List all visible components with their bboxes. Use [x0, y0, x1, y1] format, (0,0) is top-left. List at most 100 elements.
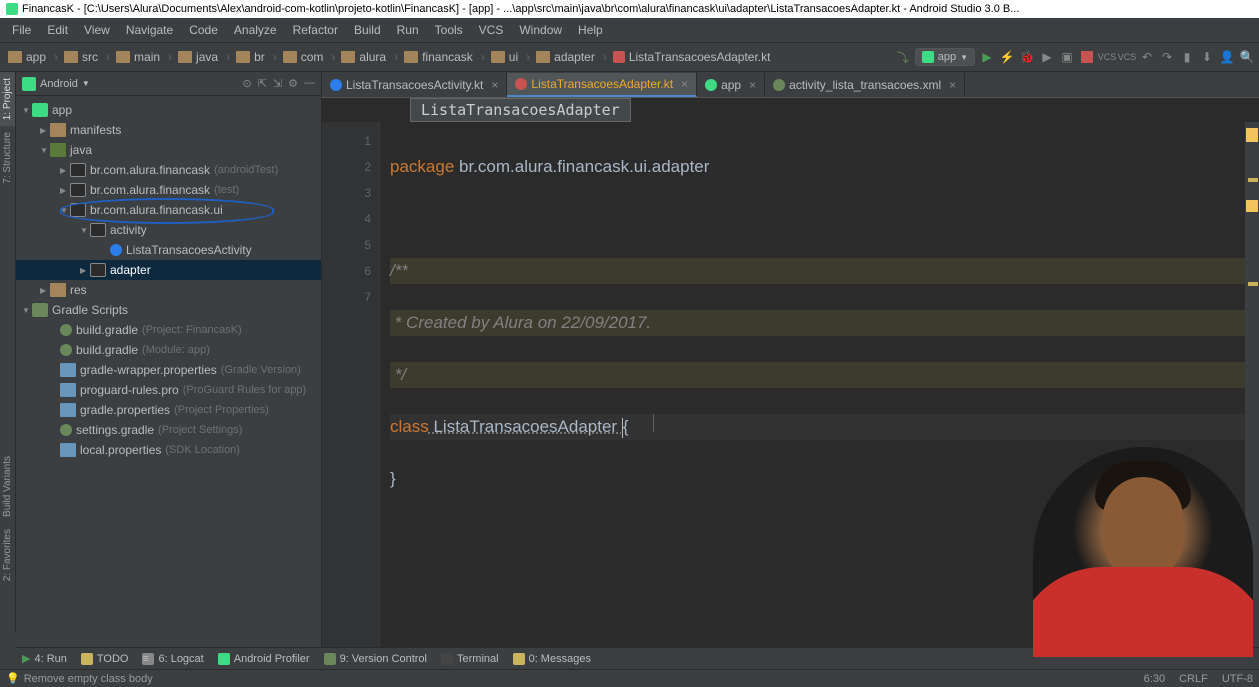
tree-gradle-scripts[interactable]: ▼Gradle Scripts: [16, 300, 321, 320]
edge-tab-build-variants[interactable]: Build Variants: [0, 450, 15, 523]
crumb-alura[interactable]: alura: [337, 48, 390, 66]
tree-settings-gradle[interactable]: settings.gradle(Project Settings): [16, 420, 321, 440]
tree-lista-activity[interactable]: ListaTransacoesActivity: [16, 240, 321, 260]
menu-bar: File Edit View Navigate Code Analyze Ref…: [0, 18, 1259, 42]
analysis-status-icon[interactable]: [1246, 128, 1258, 142]
vcs-update-icon[interactable]: VCS: [1099, 49, 1115, 65]
tree-pkg-androidtest[interactable]: ▶br.com.alura.financask(androidTest): [16, 160, 321, 180]
close-icon[interactable]: ×: [491, 78, 498, 92]
sdk-manager-icon[interactable]: ⬇: [1199, 49, 1215, 65]
tree-local-props[interactable]: local.properties(SDK Location): [16, 440, 321, 460]
settings-icon[interactable]: ⚙: [288, 77, 298, 90]
editor-tabs: ListaTransacoesActivity.kt× ListaTransac…: [322, 72, 1259, 98]
status-caret-position[interactable]: 6:30: [1144, 673, 1165, 685]
tool-logcat[interactable]: ≡6: Logcat: [142, 653, 203, 665]
menu-build[interactable]: Build: [346, 20, 389, 40]
tree-res[interactable]: ▶res: [16, 280, 321, 300]
run-button[interactable]: ▶: [979, 49, 995, 65]
tool-terminal[interactable]: Terminal: [441, 653, 499, 665]
left-edge-tabs: 1: Project 7: Structure Build Variants 2…: [0, 72, 16, 632]
debug-button[interactable]: 🐞: [1019, 49, 1035, 65]
menu-refactor[interactable]: Refactor: [285, 20, 346, 40]
status-encoding[interactable]: UTF-8: [1222, 673, 1253, 685]
menu-edit[interactable]: Edit: [39, 20, 76, 40]
back-icon[interactable]: ↶: [1139, 49, 1155, 65]
tree-activity[interactable]: ▼activity: [16, 220, 321, 240]
crumb-src[interactable]: src: [60, 48, 102, 66]
tree-pkg-test[interactable]: ▶br.com.alura.financask(test): [16, 180, 321, 200]
edge-tab-structure[interactable]: 7: Structure: [0, 126, 15, 190]
forward-icon[interactable]: ↷: [1159, 49, 1175, 65]
class-crumb[interactable]: ListaTransacoesAdapter: [410, 98, 631, 122]
assistant-icon[interactable]: 👤: [1219, 49, 1235, 65]
tree-java[interactable]: ▼java: [16, 140, 321, 160]
menu-analyze[interactable]: Analyze: [226, 20, 285, 40]
search-everywhere-icon[interactable]: 🔍: [1239, 49, 1255, 65]
crumb-adapter[interactable]: adapter: [532, 48, 599, 66]
attach-debugger-icon[interactable]: ▶: [1039, 49, 1055, 65]
tree-proguard[interactable]: proguard-rules.pro(ProGuard Rules for ap…: [16, 380, 321, 400]
navigation-toolbar: app› src› main› java› br› com› alura› fi…: [0, 42, 1259, 72]
scroll-from-source-icon[interactable]: ⊙: [242, 77, 251, 90]
crumb-main[interactable]: main: [112, 48, 164, 66]
vcs-commit-icon[interactable]: VCS: [1119, 49, 1135, 65]
status-hint[interactable]: Remove empty class body: [24, 673, 153, 685]
close-icon[interactable]: ×: [749, 78, 756, 92]
menu-code[interactable]: Code: [181, 20, 226, 40]
tab-lista-adapter[interactable]: ListaTransacoesAdapter.kt×: [507, 73, 697, 97]
apply-changes-icon[interactable]: ⚡: [999, 49, 1015, 65]
crumb-ui[interactable]: ui: [487, 48, 522, 66]
avd-manager-icon[interactable]: ▮: [1179, 49, 1195, 65]
tree-app-module[interactable]: ▼app: [16, 100, 321, 120]
warning-marker[interactable]: [1246, 200, 1258, 212]
tree-build-gradle-app[interactable]: build.gradle(Module: app): [16, 340, 321, 360]
tool-messages[interactable]: 0: Messages: [513, 653, 591, 665]
edge-tab-favorites[interactable]: 2: Favorites: [0, 523, 15, 587]
status-line-separator[interactable]: CRLF: [1179, 673, 1208, 685]
menu-tools[interactable]: Tools: [427, 20, 471, 40]
menu-window[interactable]: Window: [511, 20, 570, 40]
tree-gradle-wrapper[interactable]: gradle-wrapper.properties(Gradle Version…: [16, 360, 321, 380]
warning-marker[interactable]: [1248, 282, 1258, 286]
status-hint-icon[interactable]: 💡: [6, 672, 20, 685]
tree-manifests[interactable]: ▶manifests: [16, 120, 321, 140]
gutter[interactable]: 1 2 3 4 5 6 7: [322, 122, 380, 647]
project-tree[interactable]: ▼app ▶manifests ▼java ▶br.com.alura.fina…: [16, 96, 321, 647]
tree-adapter[interactable]: ▶adapter: [16, 260, 321, 280]
close-icon[interactable]: ×: [681, 77, 688, 91]
tool-profiler[interactable]: Android Profiler: [218, 653, 310, 665]
crumb-file[interactable]: ListaTransacoesAdapter.kt: [609, 48, 775, 66]
menu-view[interactable]: View: [76, 20, 118, 40]
tree-pkg-ui[interactable]: ▼br.com.alura.financask.ui: [16, 200, 321, 220]
tool-vcs[interactable]: 9: Version Control: [324, 653, 427, 665]
crumb-java[interactable]: java: [174, 48, 222, 66]
crumb-financask[interactable]: financask: [400, 48, 477, 66]
editor-breadcrumb: ListaTransacoesAdapter: [322, 98, 1259, 122]
collapse-all-icon[interactable]: ⇱: [258, 77, 267, 90]
menu-file[interactable]: File: [4, 20, 39, 40]
edge-tab-project[interactable]: 1: Project: [0, 72, 15, 126]
warning-marker[interactable]: [1248, 178, 1258, 182]
menu-navigate[interactable]: Navigate: [118, 20, 181, 40]
expand-all-icon[interactable]: ⇲: [273, 77, 282, 90]
run-config-selector[interactable]: app ▼: [915, 48, 975, 66]
hide-panel-icon[interactable]: —: [304, 77, 315, 90]
crumb-com[interactable]: com: [279, 48, 328, 66]
crumb-app[interactable]: app: [4, 48, 50, 66]
project-view-selector[interactable]: Android: [40, 78, 78, 90]
tab-activity-xml[interactable]: activity_lista_transacoes.xml×: [765, 73, 965, 97]
close-icon[interactable]: ×: [949, 78, 956, 92]
tool-todo[interactable]: TODO: [81, 653, 129, 665]
tab-lista-activity[interactable]: ListaTransacoesActivity.kt×: [322, 73, 507, 97]
make-project-icon[interactable]: ⤵: [895, 49, 911, 65]
tree-gradle-props[interactable]: gradle.properties(Project Properties): [16, 400, 321, 420]
menu-run[interactable]: Run: [389, 20, 427, 40]
tool-run[interactable]: ▶4: Run: [22, 652, 67, 665]
crumb-br[interactable]: br: [232, 48, 269, 66]
menu-help[interactable]: Help: [570, 20, 611, 40]
stop-button[interactable]: [1079, 49, 1095, 65]
menu-vcs[interactable]: VCS: [471, 20, 512, 40]
coverage-icon[interactable]: ▣: [1059, 49, 1075, 65]
tree-build-gradle-project[interactable]: build.gradle(Project: FinancasK): [16, 320, 321, 340]
tab-app[interactable]: app×: [697, 73, 765, 97]
